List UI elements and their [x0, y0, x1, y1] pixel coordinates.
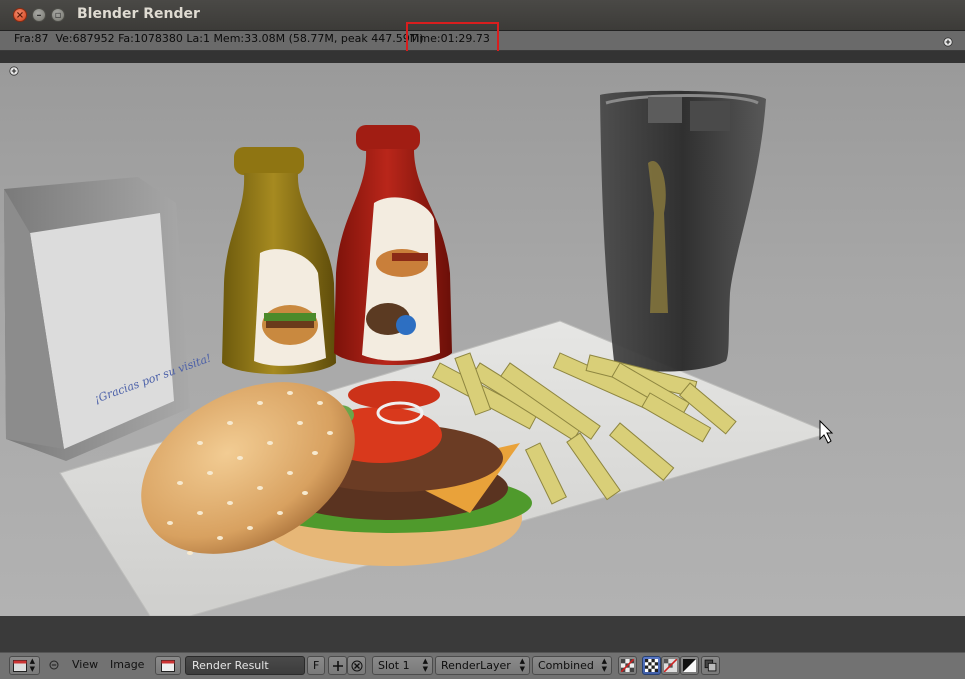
mustard-bottle: [222, 147, 336, 375]
minimize-window-button[interactable]: –: [32, 8, 46, 22]
draw-alpha-button[interactable]: [680, 656, 699, 675]
mouse-cursor-icon: [819, 419, 834, 444]
color-icon: [664, 659, 677, 672]
ketchup-bottle: [334, 125, 452, 365]
minimize-icon: –: [36, 10, 42, 21]
color-alpha-icon: [645, 659, 658, 672]
cola-glass: [600, 90, 766, 372]
expand-toolbar-plus-icon[interactable]: [9, 66, 19, 76]
image-editor-icon: [13, 660, 27, 672]
viewport-bottom-margin: [0, 616, 965, 652]
browse-image-button[interactable]: [155, 656, 181, 675]
image-name-field[interactable]: Render Result: [185, 656, 305, 675]
render-stats: Fra:87 Ve:687952 Fa:1078380 La:1 Mem:33.…: [14, 32, 424, 45]
render-pass-label: Combined: [538, 659, 594, 672]
maximize-window-button[interactable]: ▫: [51, 8, 65, 22]
draw-color-button[interactable]: [661, 656, 680, 675]
draw-zbuffer-button[interactable]: [701, 656, 720, 675]
image-editor-header: ▲ ▼ View Image Render Result F Slot 1 ▲ ▼ …: [0, 652, 965, 679]
fake-user-button[interactable]: F: [307, 656, 325, 675]
render-result-viewport[interactable]: ¡Gracias por su visita!: [0, 63, 965, 616]
render-layer-label: RenderLayer: [441, 659, 511, 672]
image-browse-icon: [161, 660, 175, 672]
close-window-button[interactable]: ×: [13, 8, 27, 22]
z-buffer-icon: [704, 659, 717, 672]
toggle-checker-button[interactable]: [618, 656, 637, 675]
unlink-image-button[interactable]: [347, 656, 366, 675]
maximize-icon: ▫: [54, 10, 62, 21]
updown-arrows-icon: ▲ ▼: [29, 657, 35, 673]
minus-circle-icon: [49, 660, 59, 670]
plus-icon: [333, 661, 343, 671]
menu-view[interactable]: View: [72, 656, 98, 675]
slot-label: Slot 1: [378, 659, 410, 672]
region-divider: [0, 51, 965, 63]
new-image-button[interactable]: [328, 656, 347, 675]
updown-arrows-icon: ▲ ▼: [422, 657, 428, 673]
close-icon: ×: [15, 10, 25, 21]
expand-region-plus-icon[interactable]: [943, 37, 953, 47]
window-title: Blender Render: [77, 6, 200, 22]
checker-icon: [621, 659, 634, 672]
close-icon: [351, 660, 363, 672]
alpha-icon: [683, 659, 696, 672]
updown-arrows-icon: ▲ ▼: [519, 657, 525, 673]
collapse-menus-button[interactable]: [48, 656, 60, 675]
render-layer-selector[interactable]: RenderLayer ▲ ▼: [435, 656, 530, 675]
napkin-holder: ¡Gracias por su visita!: [4, 177, 213, 461]
menu-image[interactable]: Image: [110, 656, 144, 675]
editor-type-selector[interactable]: ▲ ▼: [9, 656, 40, 675]
updown-arrows-icon: ▲ ▼: [601, 657, 607, 673]
slot-selector[interactable]: Slot 1 ▲ ▼: [372, 656, 433, 675]
draw-color-alpha-button[interactable]: [642, 656, 661, 675]
render-image: ¡Gracias por su visita!: [4, 90, 834, 616]
render-pass-selector[interactable]: Combined ▲ ▼: [532, 656, 612, 675]
